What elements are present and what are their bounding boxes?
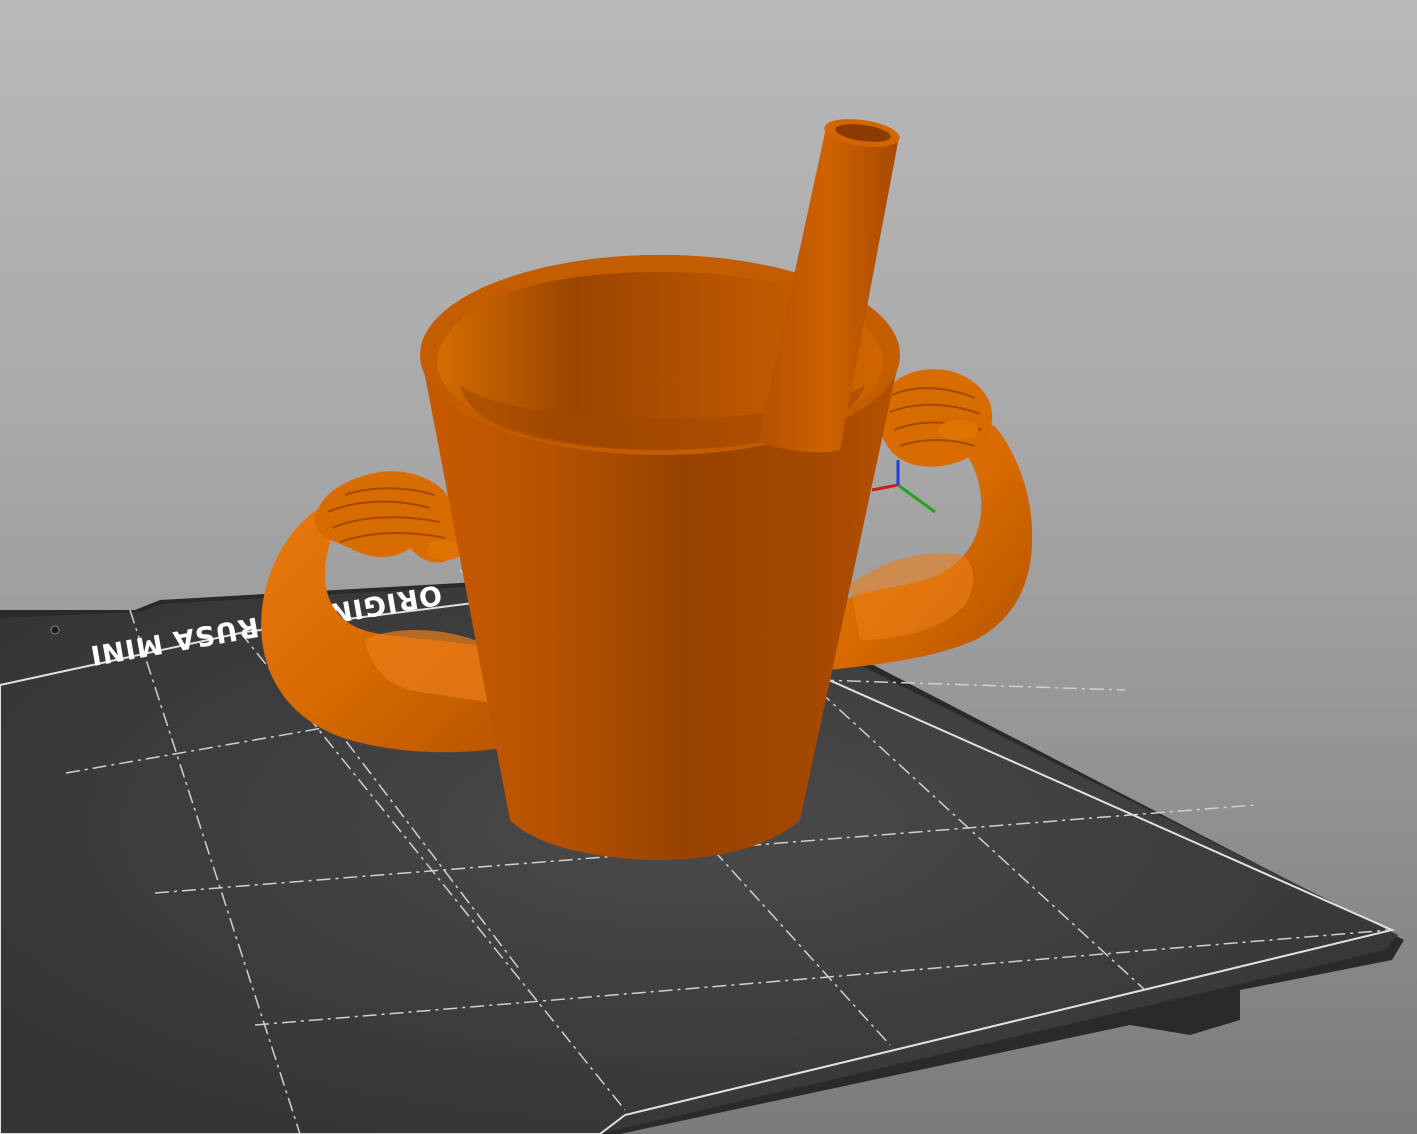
right-hand: [879, 369, 993, 467]
axis-gizmo: [871, 460, 936, 514]
y-axis-line: [897, 483, 936, 514]
x-axis-line: [871, 483, 899, 492]
bed-mount-hole: [50, 625, 60, 635]
right-hand-thumb: [938, 420, 978, 440]
scene-canvas[interactable]: ORIGINAL PRUSA MINI: [0, 0, 1417, 1134]
3d-viewport[interactable]: ORIGINAL PRUSA MINI: [0, 0, 1417, 1134]
